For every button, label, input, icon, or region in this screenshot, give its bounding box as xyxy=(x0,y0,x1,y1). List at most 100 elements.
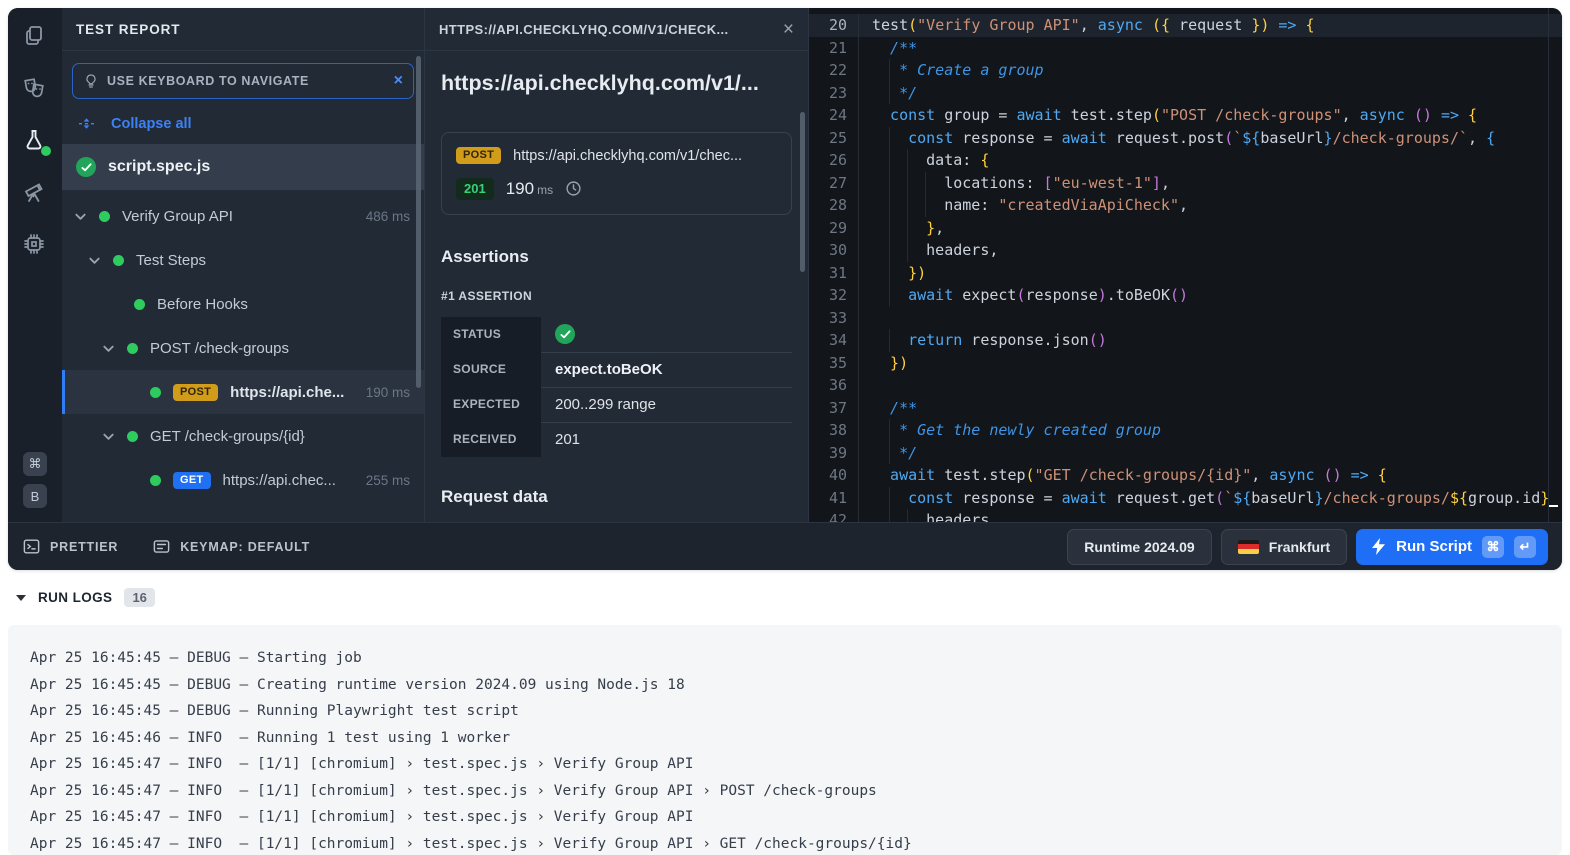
code-line[interactable]: 22* Create a group xyxy=(809,59,1562,82)
cmd-key-badge[interactable]: ⌘ xyxy=(23,452,47,476)
flask-icon[interactable] xyxy=(22,128,48,154)
code-token: */ xyxy=(899,442,917,465)
code-line[interactable]: 26data: { xyxy=(809,149,1562,172)
assertion-row-value: 201 xyxy=(541,422,792,457)
code-line[interactable]: 30headers, xyxy=(809,239,1562,262)
code-line[interactable]: 42headers, xyxy=(809,509,1562,522)
code-line[interactable]: 24const group = await test.step("POST /c… xyxy=(809,104,1562,127)
request-summary-card[interactable]: POST https://api.checklyhq.com/v1/chec..… xyxy=(441,132,792,215)
indent-guide xyxy=(908,194,926,217)
code-token: ${ xyxy=(1450,487,1468,510)
search-clear-icon[interactable]: × xyxy=(394,73,403,89)
prettier-button[interactable]: PRETTIER xyxy=(22,537,118,556)
line-number: 29 xyxy=(809,217,859,240)
details-scrollbar[interactable] xyxy=(800,112,805,272)
location-button[interactable]: Frankfurt xyxy=(1221,529,1347,565)
code-line[interactable]: 25const response = await request.post(`$… xyxy=(809,127,1562,150)
code-token: .toBeOK xyxy=(1107,284,1170,307)
runtime-button[interactable]: Runtime 2024.09 xyxy=(1067,529,1212,565)
indent-guides xyxy=(872,352,890,375)
code-line[interactable]: 29}, xyxy=(809,217,1562,240)
code-line[interactable]: 28name: "createdViaApiCheck", xyxy=(809,194,1562,217)
indent-guide xyxy=(872,262,890,285)
lightbulb-icon xyxy=(83,73,99,89)
code-line[interactable]: 34return response.json() xyxy=(809,329,1562,352)
duration-label: 190 ms xyxy=(366,385,410,400)
code-line[interactable]: 37/** xyxy=(809,397,1562,420)
indent-guide xyxy=(872,194,890,217)
b-key-badge[interactable]: B xyxy=(23,484,47,508)
code-line[interactable]: 40await test.step("GET /check-groups/{id… xyxy=(809,464,1562,487)
run-logs-toggle[interactable]: RUN LOGS 16 xyxy=(16,588,155,607)
code-token: { xyxy=(1486,127,1495,150)
chevron-down-icon[interactable] xyxy=(102,342,115,355)
status-dot xyxy=(150,387,161,398)
tree-item[interactable]: POST /check-groups xyxy=(62,326,424,370)
chevron-down-icon[interactable] xyxy=(74,210,87,223)
spec-file-row[interactable]: script.spec.js xyxy=(62,144,424,190)
code-line[interactable]: 23*/ xyxy=(809,82,1562,105)
indent-space xyxy=(890,284,908,307)
icon-rail: ⌘ B xyxy=(8,8,62,522)
line-number: 32 xyxy=(809,284,859,307)
chevron-down-icon[interactable] xyxy=(88,254,101,267)
indent-guides xyxy=(872,59,899,82)
code-token: async xyxy=(1360,104,1405,127)
editor-scrollbar-track[interactable] xyxy=(1548,8,1562,522)
chip-icon[interactable] xyxy=(22,232,48,258)
line-number: 24 xyxy=(809,104,859,127)
status-dot xyxy=(150,475,161,486)
code-line[interactable]: 36 xyxy=(809,374,1562,397)
status-dot xyxy=(113,255,124,266)
enter-key-icon: ↵ xyxy=(1514,536,1536,558)
tree-item-label: GET /check-groups/{id} xyxy=(150,428,305,445)
code-token: "GET /check-groups/{id}" xyxy=(1035,464,1252,487)
run-script-button[interactable]: Run Script ⌘ ↵ xyxy=(1356,529,1548,565)
copy-icon[interactable] xyxy=(22,24,48,50)
tree-item[interactable]: GEThttps://api.chec...255 ms xyxy=(62,458,424,502)
run-logs-output[interactable]: Apr 25 16:45:45 — DEBUG — Starting jobAp… xyxy=(8,625,1562,855)
keymap-button[interactable]: KEYMAP: DEFAULT xyxy=(152,537,310,556)
close-icon[interactable]: × xyxy=(783,20,794,39)
code-line[interactable]: 31}) xyxy=(809,262,1562,285)
code-token: /check-groups/` xyxy=(1333,127,1468,150)
code-token: return xyxy=(908,329,962,352)
method-badge: GET xyxy=(173,472,211,489)
chevron-down-icon[interactable] xyxy=(102,430,115,443)
code-token: locations: xyxy=(944,172,1043,195)
indent-guide xyxy=(872,127,890,150)
code-line[interactable]: 35}) xyxy=(809,352,1562,375)
code-line[interactable]: 32await expect(response).toBeOK() xyxy=(809,284,1562,307)
telescope-icon[interactable] xyxy=(22,180,48,206)
indent-space xyxy=(872,37,890,60)
tree-scrollbar[interactable] xyxy=(416,56,421,388)
indent-guides xyxy=(872,104,890,127)
code-editor[interactable]: 20test("Verify Group API", async ({ requ… xyxy=(809,8,1562,522)
masks-icon[interactable] xyxy=(22,76,48,102)
tree-item[interactable]: GET /check-groups/{id} xyxy=(62,414,424,458)
code-line[interactable]: 39*/ xyxy=(809,442,1562,465)
assertion-row: SOURCEexpect.toBeOK xyxy=(441,352,792,387)
search-input[interactable]: USE KEYBOARD TO NAVIGATE × xyxy=(72,63,414,99)
tree-item[interactable]: Test Steps xyxy=(62,238,424,282)
tree-item[interactable]: Before Hooks xyxy=(62,282,424,326)
tree-item[interactable]: Verify Group API486 ms xyxy=(62,194,424,238)
code-line[interactable]: 41const response = await request.get(`${… xyxy=(809,487,1562,510)
indent-guides xyxy=(872,419,899,442)
code-line[interactable]: 20test("Verify Group API", async ({ requ… xyxy=(809,14,1562,37)
code-line[interactable]: 38* Get the newly created group xyxy=(809,419,1562,442)
code-line[interactable]: 21/** xyxy=(809,37,1562,60)
line-number: 27 xyxy=(809,172,859,195)
indent-space xyxy=(908,149,926,172)
line-number: 31 xyxy=(809,262,859,285)
code-token: async xyxy=(1098,14,1143,37)
assertion-row-label: STATUS xyxy=(441,317,541,352)
code-line[interactable]: 33 xyxy=(809,307,1562,330)
code-token: } xyxy=(1315,487,1324,510)
code-line[interactable]: 27locations: ["eu-west-1"], xyxy=(809,172,1562,195)
code-token: } xyxy=(926,217,935,240)
tree-item[interactable]: POSThttps://api.che...190 ms xyxy=(62,370,424,414)
indent-guides xyxy=(872,284,908,307)
indent-guides xyxy=(872,149,926,172)
collapse-all-button[interactable]: Collapse all xyxy=(62,99,424,144)
